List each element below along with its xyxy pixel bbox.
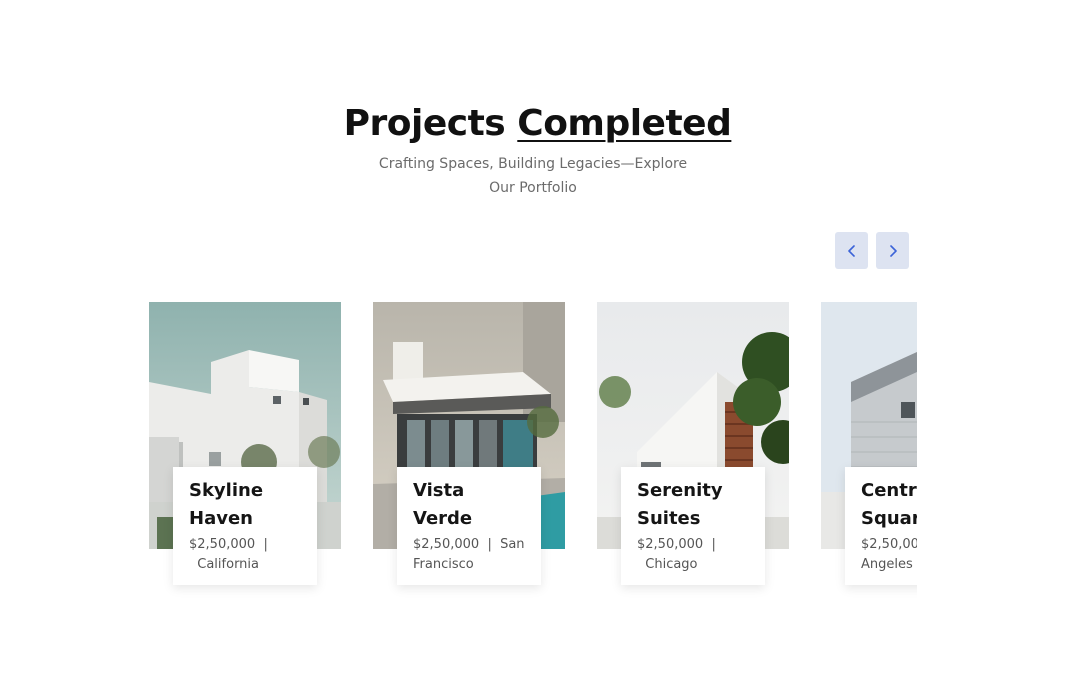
project-card[interactable]: Central Square $2,50,000 | Los Angeles <box>821 302 917 602</box>
project-name: Serenity Suites <box>637 480 723 529</box>
projects-carousel: Skyline Haven $2,50,000 | California Vis… <box>149 302 917 602</box>
project-name: Skyline Haven <box>189 480 264 529</box>
title-bold-part: Projects <box>343 103 506 144</box>
project-info: Serenity Suites $2,50,000 | Chicago <box>621 467 765 585</box>
chevron-left-icon <box>847 244 855 257</box>
project-meta: $2,50,000 | Los Angeles <box>861 535 917 575</box>
project-name: Vista Verde <box>413 480 473 529</box>
project-location: Chicago <box>645 557 698 572</box>
project-meta: $2,50,000 | California <box>189 535 301 575</box>
project-card[interactable]: Serenity Suites $2,50,000 | Chicago <box>597 302 789 602</box>
carousel-prev-button[interactable] <box>835 232 868 269</box>
project-meta: $2,50,000 | San Francisco <box>413 535 525 575</box>
project-card[interactable]: Vista Verde $2,50,000 | San Francisco <box>373 302 565 602</box>
project-price: $2,50,000 <box>861 537 917 552</box>
project-location: California <box>197 557 259 572</box>
project-info: Skyline Haven $2,50,000 | California <box>173 467 317 585</box>
section-title: Projects Completed <box>0 100 1075 148</box>
meta-separator: | <box>263 537 268 552</box>
project-info: Central Square $2,50,000 | Los Angeles <box>845 467 917 585</box>
project-price: $2,50,000 <box>413 537 480 552</box>
project-name: Central Square <box>861 480 917 529</box>
meta-separator: | <box>711 537 716 552</box>
chevron-right-icon <box>889 244 897 257</box>
carousel-next-button[interactable] <box>876 232 909 269</box>
section-subtitle: Crafting Spaces, Building Legacies—Explo… <box>378 156 688 196</box>
project-card[interactable]: Skyline Haven $2,50,000 | California <box>149 302 341 602</box>
project-meta: $2,50,000 | Chicago <box>637 535 749 575</box>
meta-separator: | <box>487 537 492 552</box>
project-price: $2,50,000 <box>189 537 256 552</box>
title-underlined-part: Completed <box>517 103 732 144</box>
project-price: $2,50,000 <box>637 537 704 552</box>
project-info: Vista Verde $2,50,000 | San Francisco <box>397 467 541 585</box>
